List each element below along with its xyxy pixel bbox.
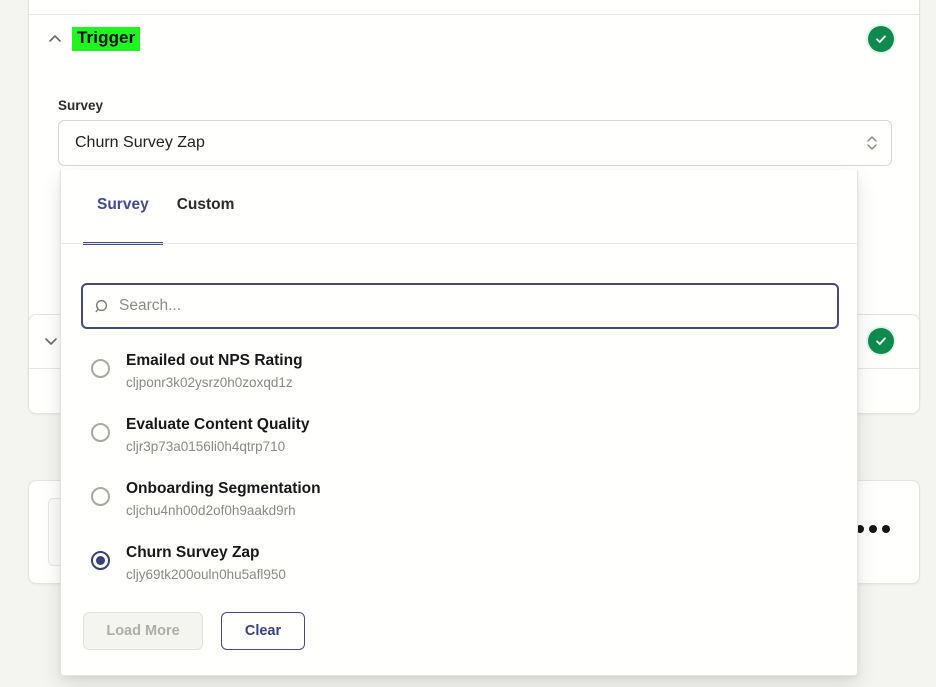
check-icon bbox=[876, 35, 886, 43]
search-icon bbox=[83, 298, 121, 315]
radio-icon[interactable] bbox=[91, 423, 110, 442]
option-id: cljchu4nh00d2of0h9aakd9rh bbox=[126, 502, 296, 518]
dropdown-footer: Load More Clear bbox=[83, 612, 305, 650]
option-text: Churn Survey Zap cljy69tk200ouln0hu5afl9… bbox=[126, 538, 286, 585]
list-item[interactable]: Emailed out NPS Rating cljponr3k02ysrz0h… bbox=[61, 346, 857, 410]
option-text: Evaluate Content Quality cljr3p73a0156li… bbox=[126, 410, 309, 457]
option-title: Emailed out NPS Rating bbox=[126, 352, 303, 369]
status-badge bbox=[868, 328, 894, 354]
option-title: Onboarding Segmentation bbox=[126, 480, 321, 497]
option-title: Churn Survey Zap bbox=[126, 544, 260, 561]
chevron-down-icon[interactable] bbox=[40, 330, 62, 352]
radio-icon[interactable] bbox=[91, 487, 110, 506]
status-badge bbox=[868, 26, 894, 52]
search-field[interactable] bbox=[81, 283, 839, 329]
survey-dropdown-panel: Survey Custom Emailed out NPS Rating clj… bbox=[60, 170, 858, 676]
trigger-card-header[interactable]: Trigger bbox=[44, 24, 141, 54]
clear-button[interactable]: Clear bbox=[221, 612, 305, 650]
option-id: cljponr3k02ysrz0h0zoxqd1z bbox=[126, 374, 293, 390]
check-icon bbox=[876, 337, 886, 345]
survey-field-label: Survey bbox=[58, 98, 104, 113]
chevron-up-down-icon[interactable] bbox=[853, 133, 891, 153]
tab-custom[interactable]: Custom bbox=[163, 196, 249, 244]
trigger-card-divider bbox=[29, 14, 919, 15]
option-text: Onboarding Segmentation cljchu4nh00d2of0… bbox=[126, 474, 321, 521]
option-text: Emailed out NPS Rating cljponr3k02ysrz0h… bbox=[126, 346, 303, 393]
survey-select-value: Churn Survey Zap bbox=[75, 134, 205, 151]
search-input[interactable] bbox=[119, 297, 837, 315]
tablist-baseline bbox=[61, 243, 857, 244]
tab-survey[interactable]: Survey bbox=[83, 196, 163, 245]
radio-icon-selected[interactable] bbox=[91, 551, 110, 570]
option-id: cljr3p73a0156li0h4qtrp710 bbox=[126, 438, 286, 454]
workflow-editor-screen: Trigger Survey Churn Survey Zap Survey C… bbox=[0, 0, 936, 687]
survey-select[interactable]: Churn Survey Zap bbox=[58, 120, 892, 166]
dot bbox=[869, 525, 877, 533]
page-title: Trigger bbox=[72, 27, 141, 51]
option-title: Evaluate Content Quality bbox=[126, 416, 310, 433]
list-item[interactable]: Evaluate Content Quality cljr3p73a0156li… bbox=[61, 410, 857, 474]
dot bbox=[882, 525, 890, 533]
list-item[interactable]: Churn Survey Zap cljy69tk200ouln0hu5afl9… bbox=[61, 538, 857, 602]
action-card-header[interactable] bbox=[40, 326, 62, 356]
radio-icon[interactable] bbox=[91, 359, 110, 378]
survey-options-list: Emailed out NPS Rating cljponr3k02ysrz0h… bbox=[61, 346, 857, 602]
ellipsis-horizontal-icon[interactable] bbox=[856, 525, 890, 533]
option-id: cljy69tk200ouln0hu5afl950 bbox=[126, 566, 286, 582]
chevron-up-icon[interactable] bbox=[44, 28, 66, 50]
list-item[interactable]: Onboarding Segmentation cljchu4nh00d2of0… bbox=[61, 474, 857, 538]
load-more-button[interactable]: Load More bbox=[83, 612, 203, 650]
dropdown-tablist: Survey Custom bbox=[61, 170, 857, 245]
